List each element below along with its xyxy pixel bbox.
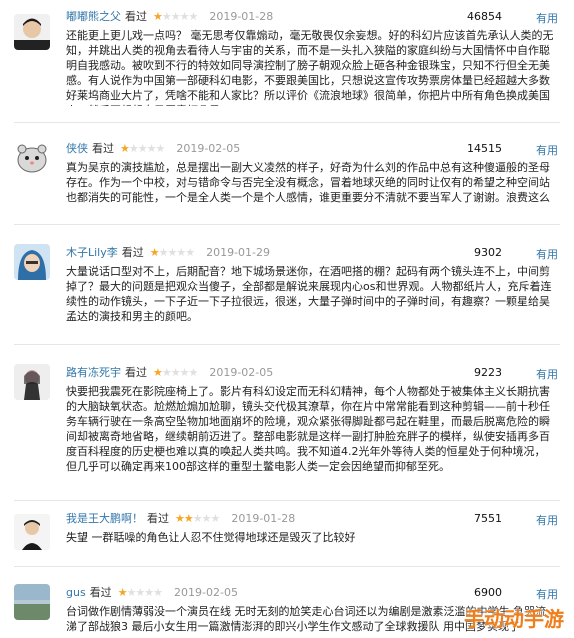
rating-stars: ★★★★★ [175,512,220,525]
rating-stars: ★★★★★ [149,246,195,259]
useful-button[interactable]: 有用 [536,246,558,262]
watched-label: 看过 [125,366,147,379]
review-date: 2019-01-28 [231,512,296,525]
review-date: 2019-02-05 [209,366,274,379]
useful-button[interactable]: 有用 [536,512,558,528]
username-link[interactable]: 嘟嘟熊之父 [66,10,121,23]
watched-label: 看过 [89,586,112,599]
vote-count: 7551 [474,512,502,525]
rating-stars: ★★★★★ [117,586,163,599]
avatar[interactable] [14,140,50,176]
review-date: 2019-01-28 [209,10,274,23]
rating-stars: ★★★★★ [153,10,198,23]
divider [14,122,560,123]
divider [14,224,560,225]
watched-label: 看过 [121,246,144,259]
review-meta: 木子Lily李 看过 ★★★★★ 2019-01-29 [66,246,270,259]
username-link[interactable]: 路有冻死宇 [66,366,121,379]
username-link[interactable]: gus [66,586,86,599]
useful-button[interactable]: 有用 [536,366,558,382]
rating-stars: ★★★★★ [120,142,165,155]
divider [14,344,560,345]
divider [14,500,560,501]
review-text: 快要把我震死在影院座椅上了。影片有科幻设定而无科幻精神，每个人物都处于被集体主义… [66,385,550,473]
useful-button[interactable]: 有用 [536,586,558,602]
avatar[interactable] [14,14,50,50]
rating-stars: ★★★★★ [153,366,198,379]
review-text: 还能更上更儿戏一点吗？ 毫无思考仅靠煽动，毫无敬畏仅余妄想。好的科幻片应该首先承… [66,29,554,106]
username-link[interactable]: 我是王大鹏啊！ [66,512,143,525]
review-meta: 我是王大鹏啊！ 看过 ★★★★★ 2019-01-28 [66,512,295,525]
review-meta: gus 看过 ★★★★★ 2019-02-05 [66,586,238,599]
divider [14,566,560,567]
watched-label: 看过 [147,512,169,525]
vote-count: 9302 [474,246,502,259]
review-text: 大量说话口型对不上，后期配音？地下城场景迷你，在酒吧搭的棚？起码有两个镜头连不上… [66,265,552,323]
review-text: 真为吴京的演技尴尬，总是摆出一副大义凌然的样子，好奇为什么刘的作品中总有这种傻逼… [66,161,550,204]
watched-label: 看过 [125,10,147,23]
useful-button[interactable]: 有用 [536,142,558,158]
review-meta: 嘟嘟熊之父 看过 ★★★★★ 2019-01-28 [66,10,273,23]
review-date: 2019-02-05 [176,142,241,155]
useful-button[interactable]: 有用 [536,10,558,26]
avatar[interactable] [14,244,50,280]
avatar[interactable] [14,364,50,400]
review-date: 2019-02-05 [174,586,238,599]
review-text: 失望 一群聒噪的角色让人忍不住觉得地球还是毁灭了比较好 [66,531,356,544]
review-date: 2019-01-29 [206,246,271,259]
avatar[interactable] [14,514,50,550]
review-meta: 侠侠 看过 ★★★★★ 2019-02-05 [66,142,240,155]
watermark-logo: 手动动手游 [464,607,564,631]
username-link[interactable]: 侠侠 [66,142,88,155]
review-meta: 路有冻死宇 看过 ★★★★★ 2019-02-05 [66,366,273,379]
username-link[interactable]: 木子Lily李 [66,246,118,259]
avatar[interactable] [14,584,50,620]
vote-count: 14515 [467,142,502,155]
watched-label: 看过 [92,142,114,155]
vote-count: 6900 [474,586,502,599]
vote-count: 46854 [467,10,502,23]
vote-count: 9223 [474,366,502,379]
